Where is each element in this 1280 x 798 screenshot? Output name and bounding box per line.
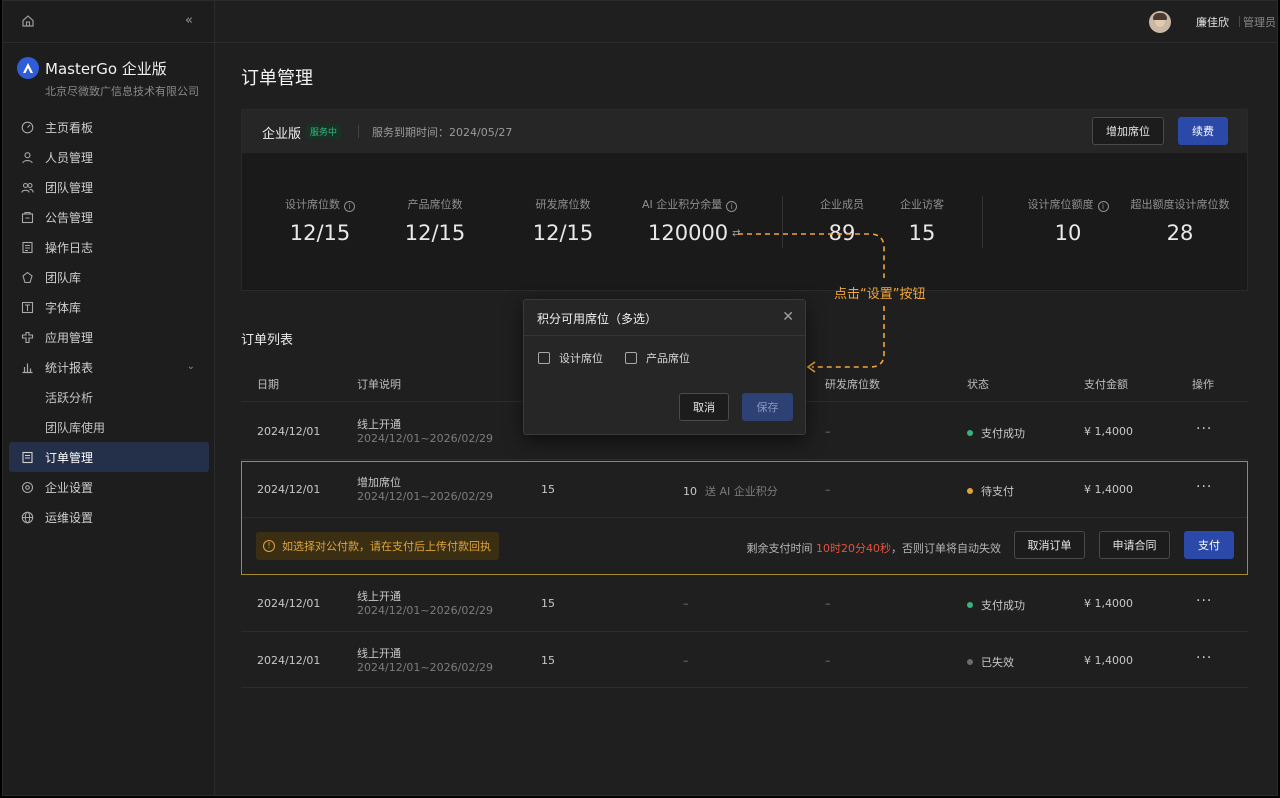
- seat-select-dialog: 积分可用席位（多选） ✕ 设计席位 产品席位 取消 保存: [523, 299, 806, 435]
- dialog-title: 积分可用席位（多选）: [537, 312, 658, 326]
- close-icon[interactable]: ✕: [782, 309, 794, 325]
- design-seat-checkbox[interactable]: 设计席位: [538, 350, 603, 366]
- cancel-button[interactable]: 取消: [679, 393, 729, 421]
- dialog-header: 积分可用席位（多选） ✕: [524, 300, 805, 336]
- checkbox-label: 产品席位: [646, 352, 690, 365]
- annotation-text: 点击“设置”按钮: [834, 287, 926, 302]
- save-button[interactable]: 保存: [742, 393, 793, 421]
- checkbox-icon[interactable]: [538, 352, 550, 364]
- product-seat-checkbox[interactable]: 产品席位: [625, 350, 690, 366]
- checkbox-icon[interactable]: [625, 352, 637, 364]
- checkbox-label: 设计席位: [559, 352, 603, 365]
